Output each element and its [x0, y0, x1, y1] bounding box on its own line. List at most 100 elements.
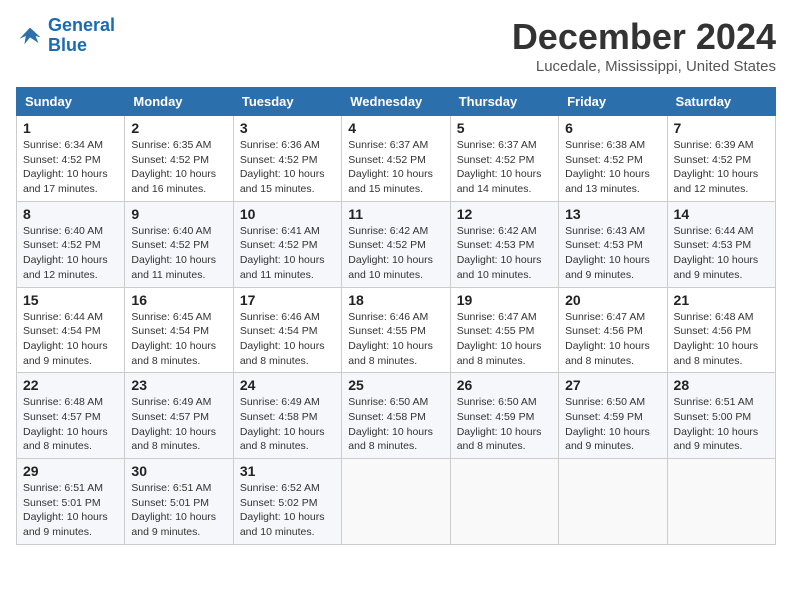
day-detail: Sunrise: 6:39 AMSunset: 4:52 PMDaylight:…: [674, 138, 769, 197]
calendar-cell: 13 Sunrise: 6:43 AMSunset: 4:53 PMDayligh…: [559, 201, 667, 287]
day-number: 14: [674, 206, 769, 222]
day-number: 25: [348, 377, 443, 393]
day-detail: Sunrise: 6:48 AMSunset: 4:57 PMDaylight:…: [23, 395, 118, 454]
calendar-cell: [559, 459, 667, 545]
day-detail: Sunrise: 6:44 AMSunset: 4:54 PMDaylight:…: [23, 310, 118, 369]
day-detail: Sunrise: 6:44 AMSunset: 4:53 PMDaylight:…: [674, 224, 769, 283]
day-number: 29: [23, 463, 118, 479]
day-number: 31: [240, 463, 335, 479]
calendar-cell: 21 Sunrise: 6:48 AMSunset: 4:56 PMDayligh…: [667, 287, 775, 373]
calendar-cell: [342, 459, 450, 545]
day-number: 16: [131, 292, 226, 308]
calendar-cell: 10 Sunrise: 6:41 AMSunset: 4:52 PMDayligh…: [233, 201, 341, 287]
logo-bird-icon: [16, 22, 44, 50]
day-number: 10: [240, 206, 335, 222]
day-number: 9: [131, 206, 226, 222]
day-detail: Sunrise: 6:42 AMSunset: 4:53 PMDaylight:…: [457, 224, 552, 283]
day-detail: Sunrise: 6:50 AMSunset: 4:59 PMDaylight:…: [457, 395, 552, 454]
day-number: 19: [457, 292, 552, 308]
weekday-header-monday: Monday: [125, 88, 233, 116]
logo-line2: Blue: [48, 35, 87, 55]
day-number: 4: [348, 120, 443, 136]
calendar-week-row: 29 Sunrise: 6:51 AMSunset: 5:01 PMDayligh…: [17, 459, 776, 545]
day-detail: Sunrise: 6:40 AMSunset: 4:52 PMDaylight:…: [131, 224, 226, 283]
day-detail: Sunrise: 6:47 AMSunset: 4:56 PMDaylight:…: [565, 310, 660, 369]
calendar-cell: 17Sunrise: 6:46 AMSunset: 4:54 PMDayligh…: [233, 287, 341, 373]
day-number: 8: [23, 206, 118, 222]
day-detail: Sunrise: 6:43 AMSunset: 4:53 PMDaylight:…: [565, 224, 660, 283]
day-detail: Sunrise: 6:47 AMSunset: 4:55 PMDaylight:…: [457, 310, 552, 369]
day-detail: Sunrise: 6:37 AMSunset: 4:52 PMDaylight:…: [457, 138, 552, 197]
day-number: 7: [674, 120, 769, 136]
day-detail: Sunrise: 6:41 AMSunset: 4:52 PMDaylight:…: [240, 224, 335, 283]
day-detail: Sunrise: 6:37 AMSunset: 4:52 PMDaylight:…: [348, 138, 443, 197]
calendar-cell: 24 Sunrise: 6:49 AMSunset: 4:58 PMDayligh…: [233, 373, 341, 459]
calendar-cell: 19 Sunrise: 6:47 AMSunset: 4:55 PMDayligh…: [450, 287, 558, 373]
day-detail: Sunrise: 6:49 AMSunset: 4:58 PMDaylight:…: [240, 395, 335, 454]
day-number: 5: [457, 120, 552, 136]
day-detail: Sunrise: 6:46 AMSunset: 4:55 PMDaylight:…: [348, 310, 443, 369]
calendar-cell: [667, 459, 775, 545]
day-number: 15: [23, 292, 118, 308]
weekday-header-saturday: Saturday: [667, 88, 775, 116]
calendar-cell: 12 Sunrise: 6:42 AMSunset: 4:53 PMDayligh…: [450, 201, 558, 287]
calendar-cell: 22Sunrise: 6:48 AMSunset: 4:57 PMDayligh…: [17, 373, 125, 459]
day-detail: Sunrise: 6:48 AMSunset: 4:56 PMDaylight:…: [674, 310, 769, 369]
day-detail: Sunrise: 6:50 AMSunset: 4:59 PMDaylight:…: [565, 395, 660, 454]
day-number: 2: [131, 120, 226, 136]
day-detail: Sunrise: 6:49 AMSunset: 4:57 PMDaylight:…: [131, 395, 226, 454]
calendar-week-row: 1Sunrise: 6:34 AMSunset: 4:52 PMDaylight…: [17, 116, 776, 202]
day-detail: Sunrise: 6:51 AMSunset: 5:00 PMDaylight:…: [674, 395, 769, 454]
calendar-cell: [450, 459, 558, 545]
day-number: 1: [23, 120, 118, 136]
day-detail: Sunrise: 6:46 AMSunset: 4:54 PMDaylight:…: [240, 310, 335, 369]
day-number: 27: [565, 377, 660, 393]
day-number: 13: [565, 206, 660, 222]
day-number: 18: [348, 292, 443, 308]
calendar-week-row: 22Sunrise: 6:48 AMSunset: 4:57 PMDayligh…: [17, 373, 776, 459]
day-number: 3: [240, 120, 335, 136]
weekday-header-wednesday: Wednesday: [342, 88, 450, 116]
calendar-cell: 16 Sunrise: 6:45 AMSunset: 4:54 PMDayligh…: [125, 287, 233, 373]
month-title: December 2024: [512, 16, 776, 58]
day-detail: Sunrise: 6:51 AMSunset: 5:01 PMDaylight:…: [23, 481, 118, 540]
day-detail: Sunrise: 6:38 AMSunset: 4:52 PMDaylight:…: [565, 138, 660, 197]
day-number: 21: [674, 292, 769, 308]
weekday-header-tuesday: Tuesday: [233, 88, 341, 116]
calendar-cell: 14 Sunrise: 6:44 AMSunset: 4:53 PMDayligh…: [667, 201, 775, 287]
calendar-cell: 25 Sunrise: 6:50 AMSunset: 4:58 PMDayligh…: [342, 373, 450, 459]
calendar-week-row: 8 Sunrise: 6:40 AMSunset: 4:52 PMDaylight…: [17, 201, 776, 287]
calendar-cell: 3 Sunrise: 6:36 AMSunset: 4:52 PMDaylight…: [233, 116, 341, 202]
day-number: 6: [565, 120, 660, 136]
calendar-cell: 9 Sunrise: 6:40 AMSunset: 4:52 PMDaylight…: [125, 201, 233, 287]
calendar-table: SundayMondayTuesdayWednesdayThursdayFrid…: [16, 87, 776, 545]
day-number: 23: [131, 377, 226, 393]
calendar-cell: 20Sunrise: 6:47 AMSunset: 4:56 PMDayligh…: [559, 287, 667, 373]
logo: General Blue: [16, 16, 115, 56]
day-detail: Sunrise: 6:35 AMSunset: 4:52 PMDaylight:…: [131, 138, 226, 197]
calendar-cell: 30Sunrise: 6:51 AMSunset: 5:01 PMDayligh…: [125, 459, 233, 545]
day-detail: Sunrise: 6:50 AMSunset: 4:58 PMDaylight:…: [348, 395, 443, 454]
title-section: December 2024 Lucedale, Mississippi, Uni…: [512, 16, 776, 75]
calendar-cell: 2 Sunrise: 6:35 AMSunset: 4:52 PMDaylight…: [125, 116, 233, 202]
calendar-cell: 18 Sunrise: 6:46 AMSunset: 4:55 PMDayligh…: [342, 287, 450, 373]
day-number: 26: [457, 377, 552, 393]
calendar-cell: 23 Sunrise: 6:49 AMSunset: 4:57 PMDayligh…: [125, 373, 233, 459]
calendar-cell: 7 Sunrise: 6:39 AMSunset: 4:52 PMDaylight…: [667, 116, 775, 202]
day-detail: Sunrise: 6:45 AMSunset: 4:54 PMDaylight:…: [131, 310, 226, 369]
day-detail: Sunrise: 6:51 AMSunset: 5:01 PMDaylight:…: [131, 481, 226, 540]
day-number: 12: [457, 206, 552, 222]
day-detail: Sunrise: 6:52 AMSunset: 5:02 PMDaylight:…: [240, 481, 335, 540]
location-title: Lucedale, Mississippi, United States: [512, 58, 776, 75]
logo-text: General Blue: [48, 16, 115, 56]
calendar-cell: 6 Sunrise: 6:38 AMSunset: 4:52 PMDaylight…: [559, 116, 667, 202]
calendar-cell: 29 Sunrise: 6:51 AMSunset: 5:01 PMDayligh…: [17, 459, 125, 545]
logo-line1: General: [48, 15, 115, 35]
day-number: 24: [240, 377, 335, 393]
header: General Blue December 2024 Lucedale, Mis…: [16, 16, 776, 75]
calendar-cell: 4 Sunrise: 6:37 AMSunset: 4:52 PMDaylight…: [342, 116, 450, 202]
day-detail: Sunrise: 6:36 AMSunset: 4:52 PMDaylight:…: [240, 138, 335, 197]
calendar-cell: 26 Sunrise: 6:50 AMSunset: 4:59 PMDayligh…: [450, 373, 558, 459]
calendar-cell: 28Sunrise: 6:51 AMSunset: 5:00 PMDayligh…: [667, 373, 775, 459]
calendar-cell: 15 Sunrise: 6:44 AMSunset: 4:54 PMDayligh…: [17, 287, 125, 373]
